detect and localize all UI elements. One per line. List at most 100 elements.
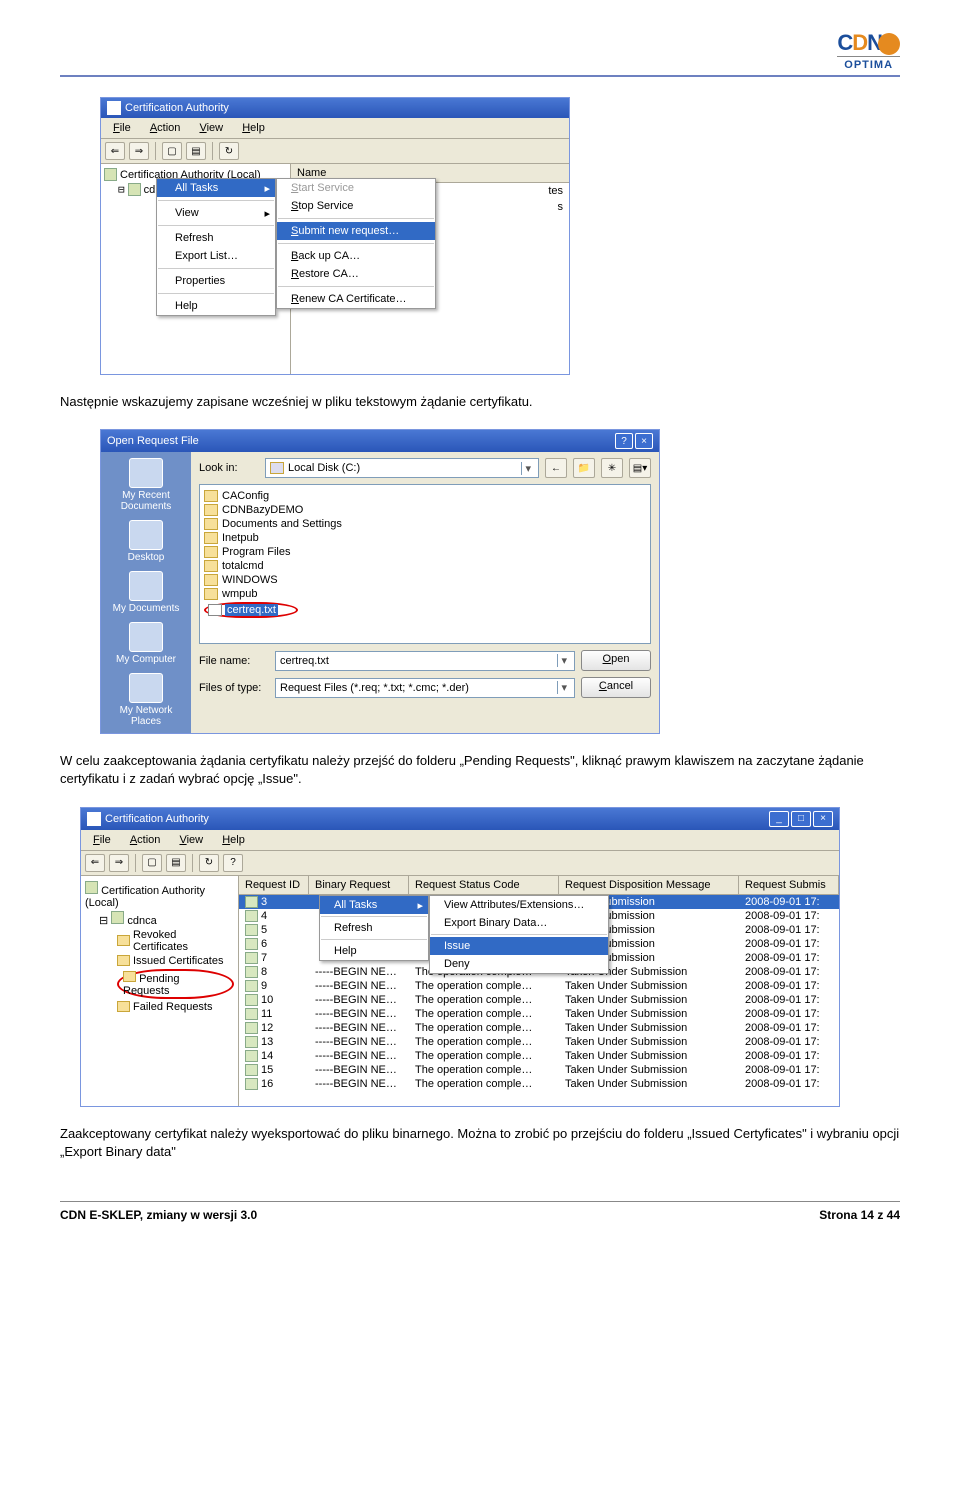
props-button[interactable]: ▤ xyxy=(166,854,186,872)
menu-refresh[interactable]: Refresh xyxy=(157,229,275,247)
request-grid: Request ID Binary Request Request Status… xyxy=(239,876,839,1106)
place-network[interactable]: My Network Places xyxy=(105,673,187,727)
tree-issued[interactable]: Issued Certificates xyxy=(85,954,234,968)
col-request-id[interactable]: Request ID xyxy=(239,876,309,894)
close-button[interactable]: × xyxy=(635,433,653,449)
table-row[interactable]: 10-----BEGIN NE…The operation comple…Tak… xyxy=(239,993,839,1007)
place-desktop[interactable]: Desktop xyxy=(128,520,165,563)
folder-row[interactable]: Inetpub xyxy=(204,531,646,545)
up-button[interactable]: 📁 xyxy=(573,458,595,478)
help-button[interactable]: ? xyxy=(223,854,243,872)
back-button[interactable]: ⇐ xyxy=(85,854,105,872)
folder-row[interactable]: CDNBazyDEMO xyxy=(204,503,646,517)
folder-row[interactable]: CAConfig xyxy=(204,489,646,503)
menu-file[interactable]: File xyxy=(85,832,119,848)
maximize-button[interactable]: □ xyxy=(791,811,811,827)
forward-button[interactable]: ⇒ xyxy=(109,854,129,872)
open-button[interactable]: Open xyxy=(581,650,651,671)
menu-all-tasks[interactable]: All Tasks xyxy=(320,896,428,914)
menu-help[interactable]: Help xyxy=(320,942,428,960)
menu-export-list[interactable]: Export List… xyxy=(157,247,275,265)
dropdown-icon[interactable]: ▾ xyxy=(521,462,534,475)
menu-all-tasks[interactable]: All Tasks xyxy=(157,179,275,197)
menu-action[interactable]: Action xyxy=(142,120,189,136)
selected-file-name[interactable]: certreq.txt xyxy=(225,604,278,616)
menu-help[interactable]: Help xyxy=(234,120,273,136)
menu-view-attrs[interactable]: View Attributes/Extensions… xyxy=(430,896,608,914)
menu-view[interactable]: View xyxy=(191,120,231,136)
lookin-combo[interactable]: Local Disk (C:) ▾ xyxy=(265,458,539,478)
tree-revoked[interactable]: Revoked Certificates xyxy=(85,928,234,954)
menu-help[interactable]: Help xyxy=(157,297,275,315)
place-mycomputer[interactable]: My Computer xyxy=(116,622,176,665)
table-row[interactable]: 9-----BEGIN NE…The operation comple…Take… xyxy=(239,979,839,993)
row-icon xyxy=(245,966,258,978)
folder-row[interactable]: wmpub xyxy=(204,587,646,601)
refresh-button[interactable]: ↻ xyxy=(199,854,219,872)
table-row[interactable]: 15-----BEGIN NE…The operation comple…Tak… xyxy=(239,1063,839,1077)
col-submis[interactable]: Request Submis xyxy=(739,876,839,894)
menu-renew-ca-cert[interactable]: Renew CA Certificate… xyxy=(277,290,435,308)
menu-backup-ca[interactable]: Back up CA… xyxy=(277,247,435,265)
forward-button[interactable]: ⇒ xyxy=(129,142,149,160)
up-button[interactable]: ▢ xyxy=(162,142,182,160)
table-row[interactable]: 12-----BEGIN NE…The operation comple…Tak… xyxy=(239,1021,839,1035)
file-list[interactable]: CAConfigCDNBazyDEMODocuments and Setting… xyxy=(199,484,651,644)
views-button[interactable]: ▤▾ xyxy=(629,458,651,478)
filename-value: certreq.txt xyxy=(280,655,329,667)
minimize-button[interactable]: _ xyxy=(769,811,789,827)
refresh-button[interactable]: ↻ xyxy=(219,142,239,160)
menu-refresh[interactable]: Refresh xyxy=(320,919,428,937)
cert-authority-window-1: Certification Authority File Action View… xyxy=(100,97,570,375)
folder-row[interactable]: Documents and Settings xyxy=(204,517,646,531)
filename-input[interactable]: certreq.txt ▾ xyxy=(275,651,575,671)
cancel-button[interactable]: Cancel xyxy=(581,677,651,698)
menu-export-binary[interactable]: Export Binary Data… xyxy=(430,914,608,932)
filetype-combo[interactable]: Request Files (*.req; *.txt; *.cmc; *.de… xyxy=(275,678,575,698)
menu-deny[interactable]: Deny xyxy=(430,955,608,973)
table-row[interactable]: 16-----BEGIN NE…The operation comple…Tak… xyxy=(239,1077,839,1091)
col-status-code[interactable]: Request Status Code xyxy=(409,876,559,894)
menu-action[interactable]: Action xyxy=(122,832,169,848)
table-row[interactable]: 14-----BEGIN NE…The operation comple…Tak… xyxy=(239,1049,839,1063)
menu-properties[interactable]: Properties xyxy=(157,272,275,290)
place-mydocs[interactable]: My Documents xyxy=(113,571,180,614)
folder-row[interactable]: totalcmd xyxy=(204,559,646,573)
up-button[interactable]: ▢ xyxy=(142,854,162,872)
table-row[interactable]: 11-----BEGIN NE…The operation comple…Tak… xyxy=(239,1007,839,1021)
tree-failed[interactable]: Failed Requests xyxy=(85,1000,234,1014)
col-disposition[interactable]: Request Disposition Message xyxy=(559,876,739,894)
tree-ca[interactable]: cdnca xyxy=(127,915,156,927)
menu-view[interactable]: View xyxy=(171,832,211,848)
tree-child[interactable]: cd xyxy=(144,184,156,196)
props-button[interactable]: ▤ xyxy=(186,142,206,160)
menu-submit-new-request[interactable]: Submit new request… xyxy=(277,222,435,240)
table-row[interactable]: 13-----BEGIN NE…The operation comple…Tak… xyxy=(239,1035,839,1049)
newfolder-button[interactable]: ✳ xyxy=(601,458,623,478)
help-button[interactable]: ? xyxy=(615,433,633,449)
menu-stop-service[interactable]: Stop Service xyxy=(277,197,435,215)
close-button[interactable]: × xyxy=(813,811,833,827)
tree-root[interactable]: Certification Authority (Local) xyxy=(85,885,205,909)
menu-help[interactable]: Help xyxy=(214,832,253,848)
back-button[interactable]: ⇐ xyxy=(105,142,125,160)
dropdown-icon[interactable]: ▾ xyxy=(557,654,570,667)
folder-row[interactable]: WINDOWS xyxy=(204,573,646,587)
row-icon xyxy=(245,896,258,908)
dropdown-icon[interactable]: ▾ xyxy=(557,681,570,694)
place-recent[interactable]: My Recent Documents xyxy=(105,458,187,512)
cell-id: 15 xyxy=(261,1064,273,1076)
place-label: Desktop xyxy=(128,552,165,563)
cell-status: The operation comple… xyxy=(409,979,559,993)
menu-issue[interactable]: Issue xyxy=(430,937,608,955)
menu-file[interactable]: File xyxy=(105,120,139,136)
separator xyxy=(278,243,434,244)
menu-view[interactable]: View xyxy=(157,204,275,222)
menu-restore-ca[interactable]: Restore CA… xyxy=(277,265,435,283)
window-title: Certification Authority xyxy=(105,813,209,825)
folder-row[interactable]: Program Files xyxy=(204,545,646,559)
col-binary-request[interactable]: Binary Request xyxy=(309,876,409,894)
back-button[interactable]: ← xyxy=(545,458,567,478)
filename-label: File name: xyxy=(199,655,269,667)
tree-pending-highlight[interactable]: Pending Requests xyxy=(85,968,234,1000)
